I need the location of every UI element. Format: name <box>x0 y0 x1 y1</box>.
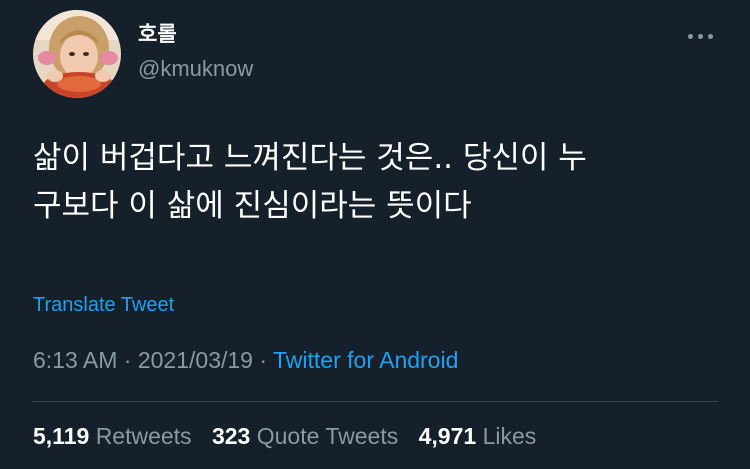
quote-tweets-label: Quote Tweets <box>256 423 399 449</box>
display-name[interactable]: 호롤 <box>138 22 177 48</box>
likes-count: 4,971 <box>418 423 477 449</box>
more-dot <box>687 33 693 39</box>
avatar[interactable] <box>33 10 121 98</box>
quote-tweets-stat[interactable]: 323 Quote Tweets <box>212 422 398 450</box>
retweets-stat[interactable]: 5,119 Retweets <box>33 422 192 450</box>
tweet-time[interactable]: 6:13 AM <box>33 347 117 373</box>
likes-stat[interactable]: 4,971 Likes <box>419 422 537 450</box>
more-dot <box>697 33 703 39</box>
meta-separator: · <box>123 347 132 373</box>
more-horizontal-icon[interactable] <box>680 24 720 48</box>
avatar-image <box>33 10 121 98</box>
likes-label: Likes <box>482 423 537 449</box>
tweet-text: 삶이 버겁다고 느껴진다는 것은.. 당신이 누 구보다 이 삶에 진심이라는 … <box>33 140 587 224</box>
translate-tweet-link[interactable]: Translate Tweet <box>33 292 174 318</box>
tweet-source-link[interactable]: Twitter for Android <box>273 347 458 373</box>
retweets-count: 5,119 <box>33 423 90 449</box>
quote-tweets-count: 323 <box>211 423 251 449</box>
user-handle[interactable]: @kmuknow <box>138 56 253 82</box>
tweet-stats: 5,119 Retweets 323 Quote Tweets 4,971 Li… <box>33 422 550 450</box>
tweet-meta: 6:13 AM · 2021/03/19 · Twitter for Andro… <box>33 346 458 374</box>
divider <box>33 401 718 402</box>
tweet-card: 호롤 @kmuknow 삶이 버겁다고 느껴진다는 것은.. 당신이 누 구보다… <box>0 0 750 469</box>
tweet-date[interactable]: 2021/03/19 <box>138 347 253 373</box>
more-dot <box>707 33 713 39</box>
meta-separator: · <box>259 347 268 373</box>
retweets-label: Retweets <box>95 423 192 449</box>
